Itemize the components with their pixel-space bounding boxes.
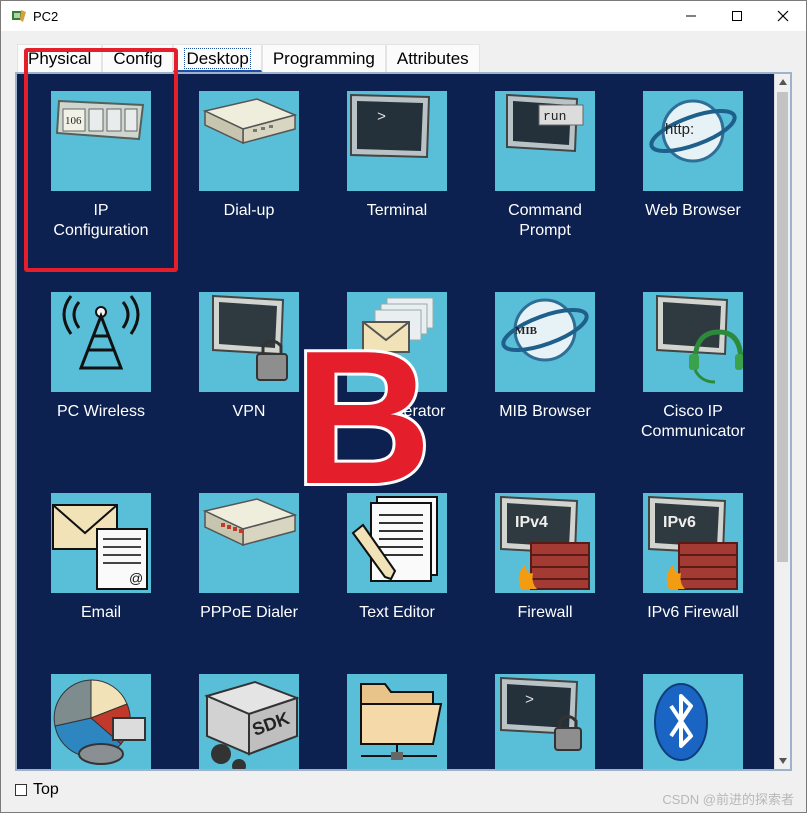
scroll-up-button[interactable] [775,74,790,90]
app-label: Command Prompt [508,202,582,239]
file-manager-icon [347,674,447,769]
tab-label: Programming [272,49,375,68]
netflow-collector-icon [51,674,151,769]
title-bar[interactable]: PC2 [1,1,806,31]
top-checkbox[interactable] [15,784,27,796]
pc2-window: PC2 Physical Config Desktop Programming … [0,0,807,813]
mib-browser-icon: MIB [495,292,595,392]
scroll-down-button[interactable] [775,753,790,769]
ipv4-text: IPv4 [515,514,548,531]
app-label: Cisco IP Communicator [640,403,746,440]
vpn-icon [199,292,299,392]
packet-tracer-icon [12,10,26,22]
chevron-down-icon [779,758,787,764]
app-label: Web Browser [645,202,741,219]
maximize-button[interactable] [714,1,760,31]
highlight-annotation [24,48,178,272]
tab-desktop[interactable]: Desktop [173,44,262,72]
ipv6-firewall-icon: IPv6 [643,493,743,593]
http-text: http: [665,121,694,138]
email-icon: @ [51,493,151,593]
run-text: run [543,109,566,124]
tab-attributes[interactable]: Attributes [385,44,480,72]
web-browser-icon: http: [643,91,743,191]
app-label: Email [80,604,121,621]
app-label: MIB Browser [499,403,591,420]
scroll-thumb[interactable] [777,92,788,562]
app-label: Firewall [517,604,573,621]
top-option[interactable]: Top [15,781,59,799]
close-icon [777,10,789,22]
app-label: PC Wireless [56,403,145,420]
prompt-text: > [377,109,386,126]
minimize-icon [686,15,696,17]
modem-icon [199,91,299,191]
window-title: PC2 [33,9,59,24]
app-label: Text Editor [359,604,435,621]
sdk-icon: SDK [199,674,299,769]
tab-label: Attributes [396,49,469,68]
top-label: Top [33,781,59,798]
ssh-terminal-icon: > [495,674,595,769]
app-label: IPv6 Firewall [647,604,739,621]
tab-label: Desktop [184,48,251,69]
app-label: PPPoE Dialer [200,604,298,621]
command-prompt-icon: run [495,91,595,191]
vertical-scrollbar[interactable] [774,74,790,769]
at-text: @ [129,570,143,586]
ipv6-text: IPv6 [663,514,696,531]
chevron-up-icon [779,79,787,85]
annotation-letter: B [293,331,433,496]
annotation-letter-text: B [294,331,431,496]
tab-programming[interactable]: Programming [261,44,386,72]
bluetooth-icon [643,674,743,769]
mib-text: MIB [515,325,538,337]
text-editor-icon [347,493,447,593]
app-label: Dial-up [223,202,275,219]
watermark: CSDN @前进的探索者 [662,792,794,807]
pppoe-dialer-icon [199,493,299,593]
ip-communicator-icon [643,292,743,392]
terminal-icon: > [347,91,447,191]
firewall-icon: IPv4 [495,493,595,593]
app-label: Terminal [366,202,428,219]
maximize-icon [732,11,742,21]
close-button[interactable] [760,1,806,31]
minimize-button[interactable] [668,1,714,31]
prompt-text: > [525,692,534,709]
wireless-antenna-icon [51,292,151,392]
